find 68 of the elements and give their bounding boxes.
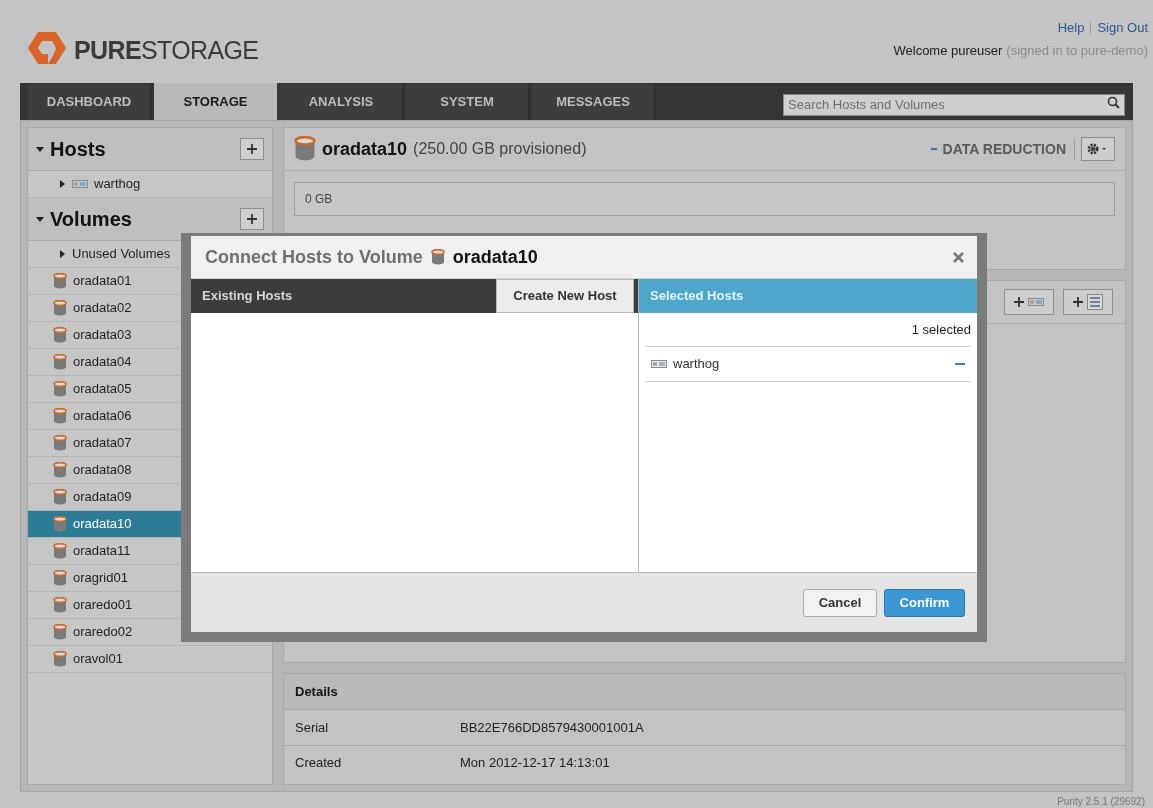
database-icon bbox=[53, 353, 67, 371]
nav-tab[interactable]: MESSAGES bbox=[532, 84, 655, 120]
version-text: Purity 2.5.1 (29692) bbox=[1057, 795, 1145, 808]
sidebar-item[interactable]: oravol01 bbox=[28, 646, 272, 673]
detail-label: Created bbox=[295, 754, 343, 773]
expand-icon[interactable] bbox=[58, 250, 66, 258]
data-reduction-toggle[interactable]: DATA REDUCTION bbox=[930, 138, 1075, 160]
selected-count: 1 selected bbox=[911, 320, 971, 339]
server-icon bbox=[72, 180, 88, 188]
dialog-volume-name: oradata10 bbox=[452, 245, 539, 269]
database-icon bbox=[53, 488, 67, 506]
plus-icon bbox=[247, 214, 257, 224]
collapse-icon[interactable] bbox=[36, 215, 44, 223]
add-host-button[interactable] bbox=[1004, 289, 1054, 315]
database-icon bbox=[53, 596, 67, 614]
nav-tab[interactable]: ANALYSIS bbox=[280, 84, 403, 120]
plus-icon bbox=[1014, 297, 1024, 307]
host-name: warthog bbox=[673, 355, 721, 374]
settings-icon bbox=[1087, 143, 1109, 155]
database-icon bbox=[53, 515, 67, 533]
database-icon bbox=[53, 326, 67, 344]
header-link[interactable]: Help bbox=[1057, 18, 1085, 38]
database-icon bbox=[53, 569, 67, 587]
expand-icon[interactable] bbox=[58, 180, 66, 188]
database-icon bbox=[53, 407, 67, 425]
add-button[interactable] bbox=[240, 138, 264, 160]
database-icon bbox=[53, 272, 67, 290]
list-icon bbox=[1087, 294, 1103, 310]
welcome-text: Welcome pureuser bbox=[893, 41, 1003, 60]
database-icon bbox=[53, 650, 67, 668]
volume-title: oradata10 bbox=[322, 137, 408, 161]
search-field[interactable]: Search Hosts and Volumes bbox=[783, 93, 1125, 116]
logo[interactable]: PURESTORAGE bbox=[28, 26, 259, 70]
nav-tab[interactable]: SYSTEM bbox=[406, 84, 529, 120]
detail-label: Serial bbox=[295, 718, 330, 737]
plus-icon bbox=[1073, 297, 1083, 307]
database-icon bbox=[53, 299, 67, 317]
database-icon bbox=[53, 542, 67, 560]
section-title: Hosts bbox=[50, 137, 107, 162]
details-title: Details bbox=[295, 682, 338, 701]
close-button[interactable] bbox=[951, 250, 965, 264]
nav-tab[interactable]: STORAGE bbox=[154, 83, 277, 120]
detail-value: BB22E766DD8579430001001A bbox=[460, 718, 644, 737]
add-button[interactable] bbox=[240, 208, 264, 230]
settings-button[interactable] bbox=[1081, 137, 1115, 161]
selected-hosts-header: Selected Hosts bbox=[650, 287, 744, 306]
capacity-bar: 0 GB bbox=[294, 182, 1115, 216]
create-host-button[interactable]: Create New Host bbox=[496, 279, 634, 313]
database-icon bbox=[53, 434, 67, 452]
database-icon bbox=[53, 461, 67, 479]
cancel-button[interactable]: Cancel bbox=[803, 588, 877, 617]
plus-icon bbox=[247, 144, 257, 154]
collapse-icon[interactable] bbox=[36, 145, 44, 153]
add-host-group-button[interactable] bbox=[1063, 289, 1113, 315]
database-icon bbox=[53, 380, 67, 398]
header-link[interactable]: Sign Out bbox=[1097, 18, 1148, 38]
server-icon bbox=[1028, 298, 1044, 306]
provisioned-text: (250.00 GB provisioned) bbox=[413, 139, 587, 159]
close-icon bbox=[952, 251, 964, 263]
nav-tab[interactable]: DASHBOARD bbox=[28, 84, 151, 120]
server-icon bbox=[651, 360, 667, 368]
detail-value: Mon 2012-12-17 14:13:01 bbox=[460, 754, 610, 773]
logo-icon bbox=[28, 31, 66, 64]
database-icon bbox=[430, 248, 445, 266]
section-title: Volumes bbox=[50, 207, 133, 232]
database-icon bbox=[294, 136, 316, 162]
search-icon[interactable] bbox=[1107, 96, 1120, 109]
database-icon bbox=[53, 623, 67, 641]
